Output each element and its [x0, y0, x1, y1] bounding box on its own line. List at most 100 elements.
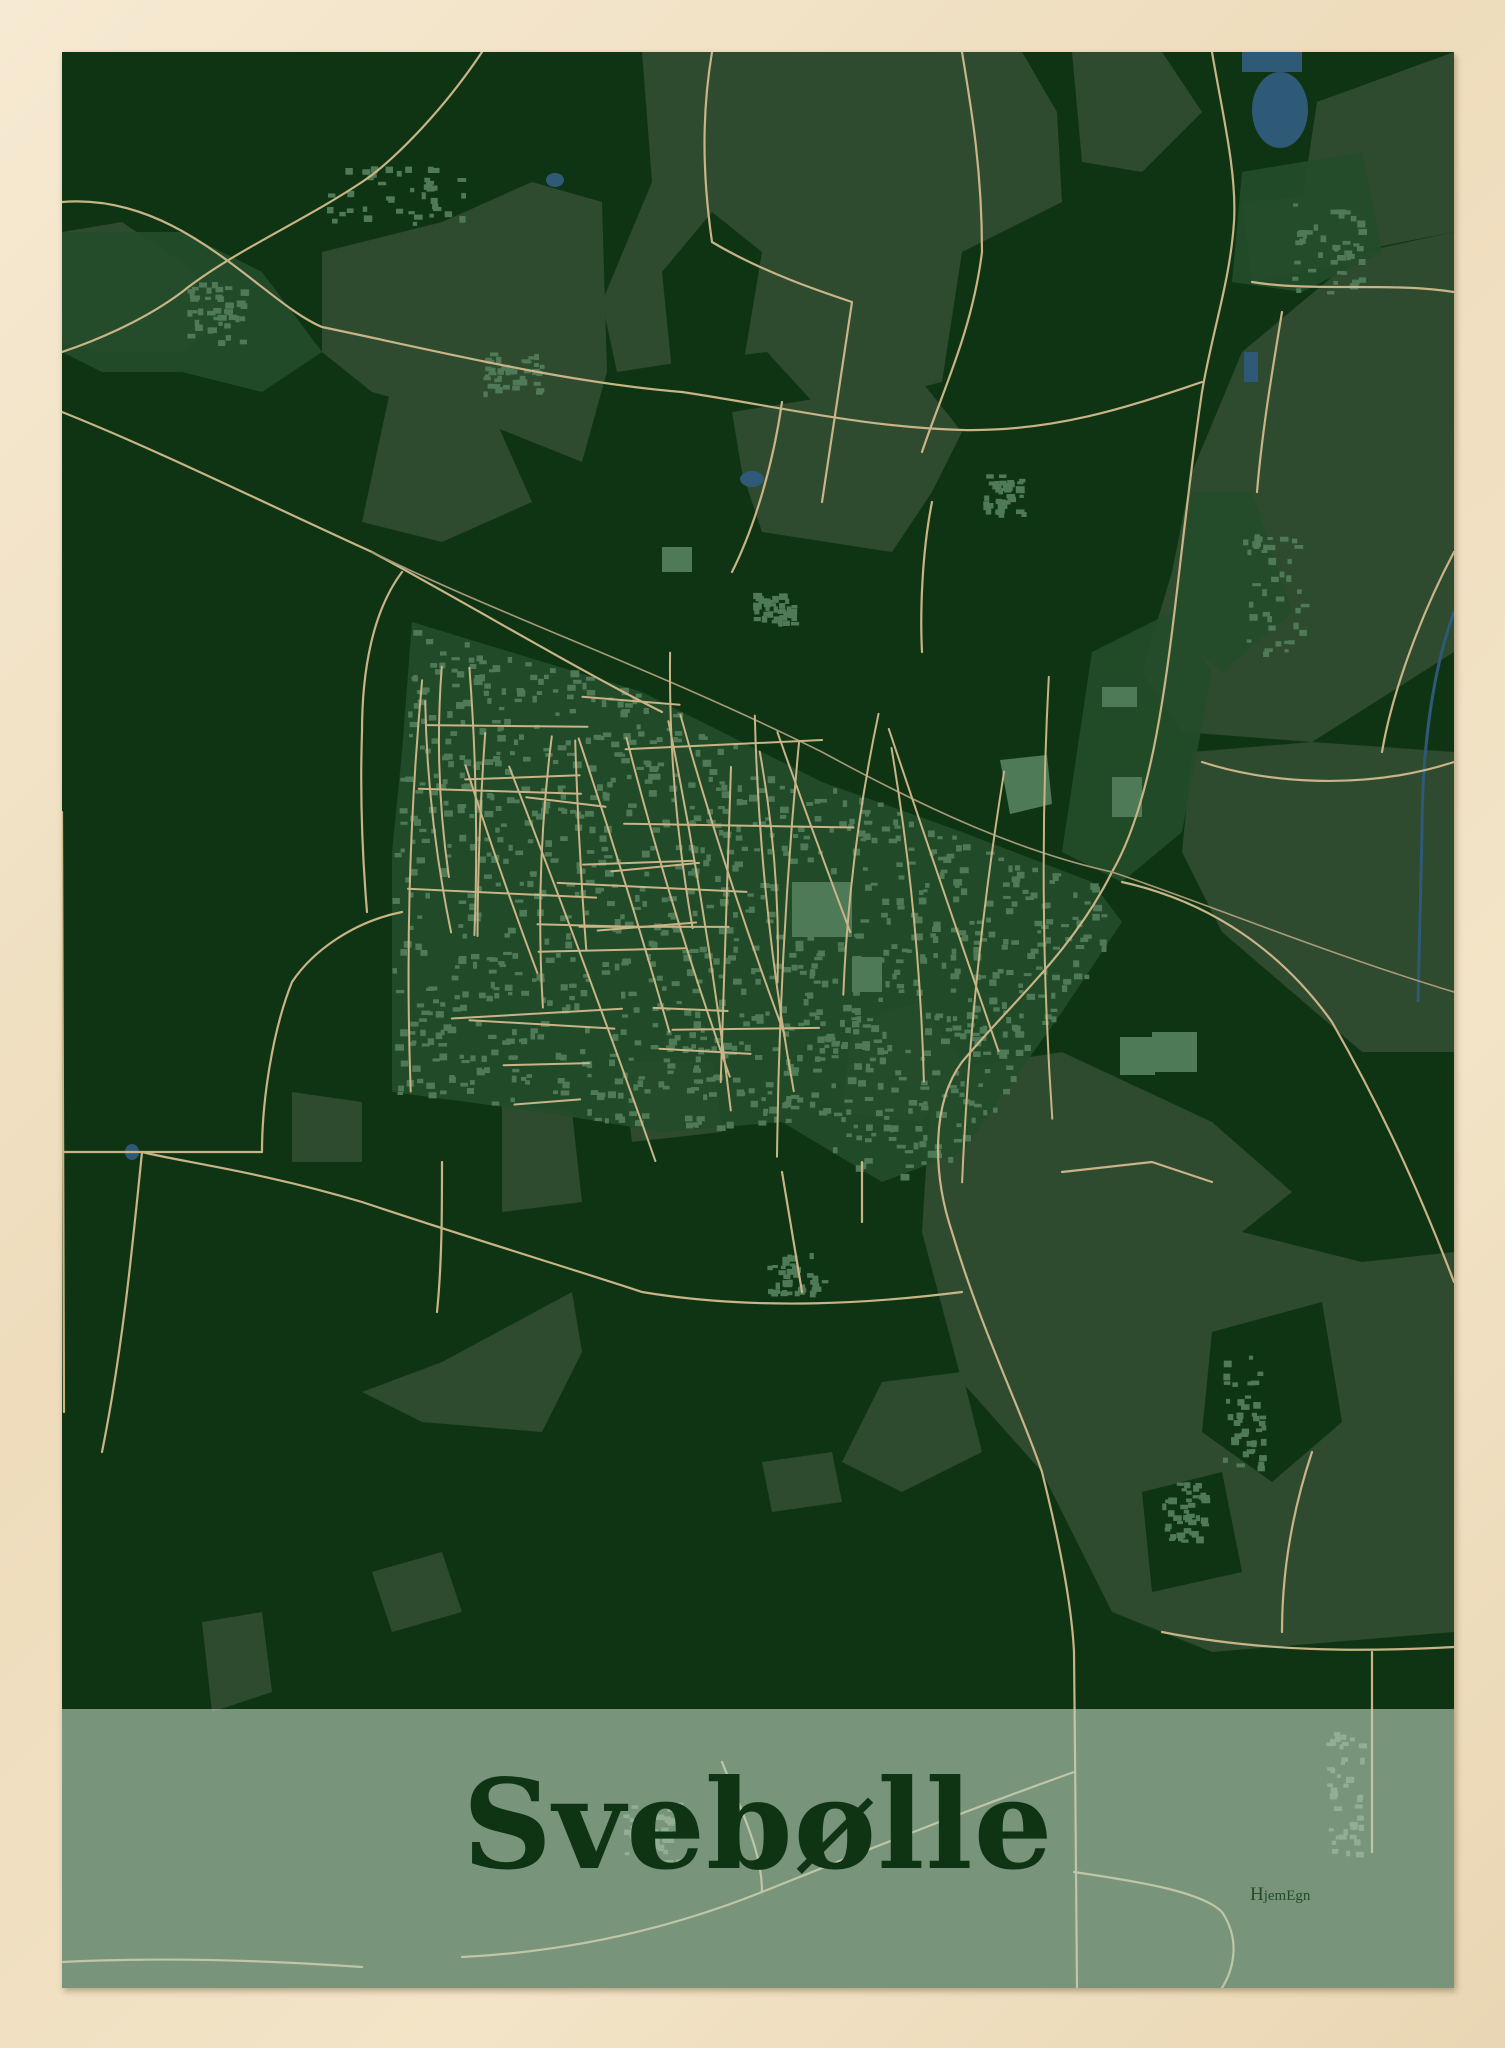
building	[1357, 220, 1366, 228]
building	[471, 953, 480, 960]
building	[1318, 252, 1323, 258]
building	[1052, 873, 1062, 877]
building	[1279, 571, 1285, 578]
building	[875, 1110, 883, 1117]
building	[950, 1088, 959, 1094]
building	[512, 379, 522, 386]
building	[895, 959, 904, 964]
building	[1181, 1488, 1187, 1492]
building	[758, 1120, 767, 1126]
building	[430, 197, 438, 204]
building	[896, 1144, 906, 1149]
building	[882, 1031, 887, 1039]
building	[832, 978, 839, 984]
building	[584, 910, 590, 916]
building	[1261, 1425, 1267, 1431]
building	[470, 1055, 476, 1062]
building	[459, 755, 466, 760]
building	[187, 289, 196, 294]
building	[1007, 496, 1016, 503]
building	[906, 949, 912, 953]
building	[648, 790, 657, 797]
building	[459, 772, 465, 779]
building	[763, 1108, 769, 1114]
building	[807, 1044, 813, 1051]
building	[560, 1054, 567, 1061]
building	[1008, 865, 1013, 873]
building	[397, 1091, 404, 1095]
building	[1263, 651, 1270, 657]
building	[602, 962, 610, 967]
building	[609, 1059, 615, 1067]
building	[448, 761, 454, 768]
building	[1014, 865, 1021, 871]
building	[635, 894, 640, 902]
building	[719, 781, 725, 785]
building	[587, 1073, 592, 1078]
building	[686, 1122, 694, 1129]
building	[1232, 1382, 1238, 1387]
building	[460, 1082, 468, 1087]
building	[692, 910, 698, 917]
building	[1263, 545, 1270, 551]
building	[853, 1029, 860, 1035]
building	[765, 1011, 770, 1016]
building	[684, 1010, 692, 1016]
building	[733, 912, 738, 918]
building	[440, 1002, 446, 1007]
building	[893, 819, 899, 826]
building	[718, 974, 724, 979]
building	[1173, 1515, 1182, 1521]
building	[852, 1021, 860, 1028]
building	[494, 992, 500, 999]
building	[1258, 1461, 1265, 1467]
building	[495, 882, 501, 887]
building	[501, 688, 506, 695]
building	[443, 1024, 452, 1031]
building	[809, 1253, 814, 1260]
building	[415, 943, 422, 950]
building	[388, 198, 395, 203]
building	[796, 921, 803, 928]
building	[1264, 648, 1273, 652]
building	[510, 1097, 515, 1103]
building	[1013, 881, 1020, 888]
building	[596, 887, 605, 892]
building	[667, 1070, 674, 1075]
building	[486, 812, 493, 817]
building	[974, 1103, 982, 1108]
building	[628, 1057, 634, 1061]
building	[478, 992, 486, 999]
building	[513, 799, 520, 804]
building	[1275, 596, 1285, 602]
building	[1015, 1031, 1025, 1038]
building	[442, 779, 448, 785]
building	[507, 657, 513, 663]
building	[435, 1011, 444, 1018]
building	[775, 1282, 780, 1290]
building	[1186, 1498, 1192, 1503]
building	[538, 678, 544, 685]
building	[460, 720, 466, 726]
building	[451, 668, 458, 673]
building	[426, 1082, 435, 1089]
building	[1003, 939, 1009, 945]
building	[235, 315, 240, 323]
building	[439, 1053, 448, 1061]
building	[862, 977, 869, 983]
building	[457, 804, 467, 809]
building	[656, 975, 663, 981]
building	[676, 1001, 682, 1005]
building	[420, 745, 425, 750]
building	[573, 679, 582, 684]
building	[607, 1091, 616, 1099]
building	[498, 706, 505, 711]
building	[1022, 889, 1029, 894]
building	[869, 1057, 876, 1062]
building	[1052, 974, 1060, 981]
building	[1268, 625, 1276, 631]
building	[419, 782, 426, 786]
building	[445, 738, 452, 745]
building	[671, 981, 680, 987]
building	[1260, 1438, 1267, 1446]
